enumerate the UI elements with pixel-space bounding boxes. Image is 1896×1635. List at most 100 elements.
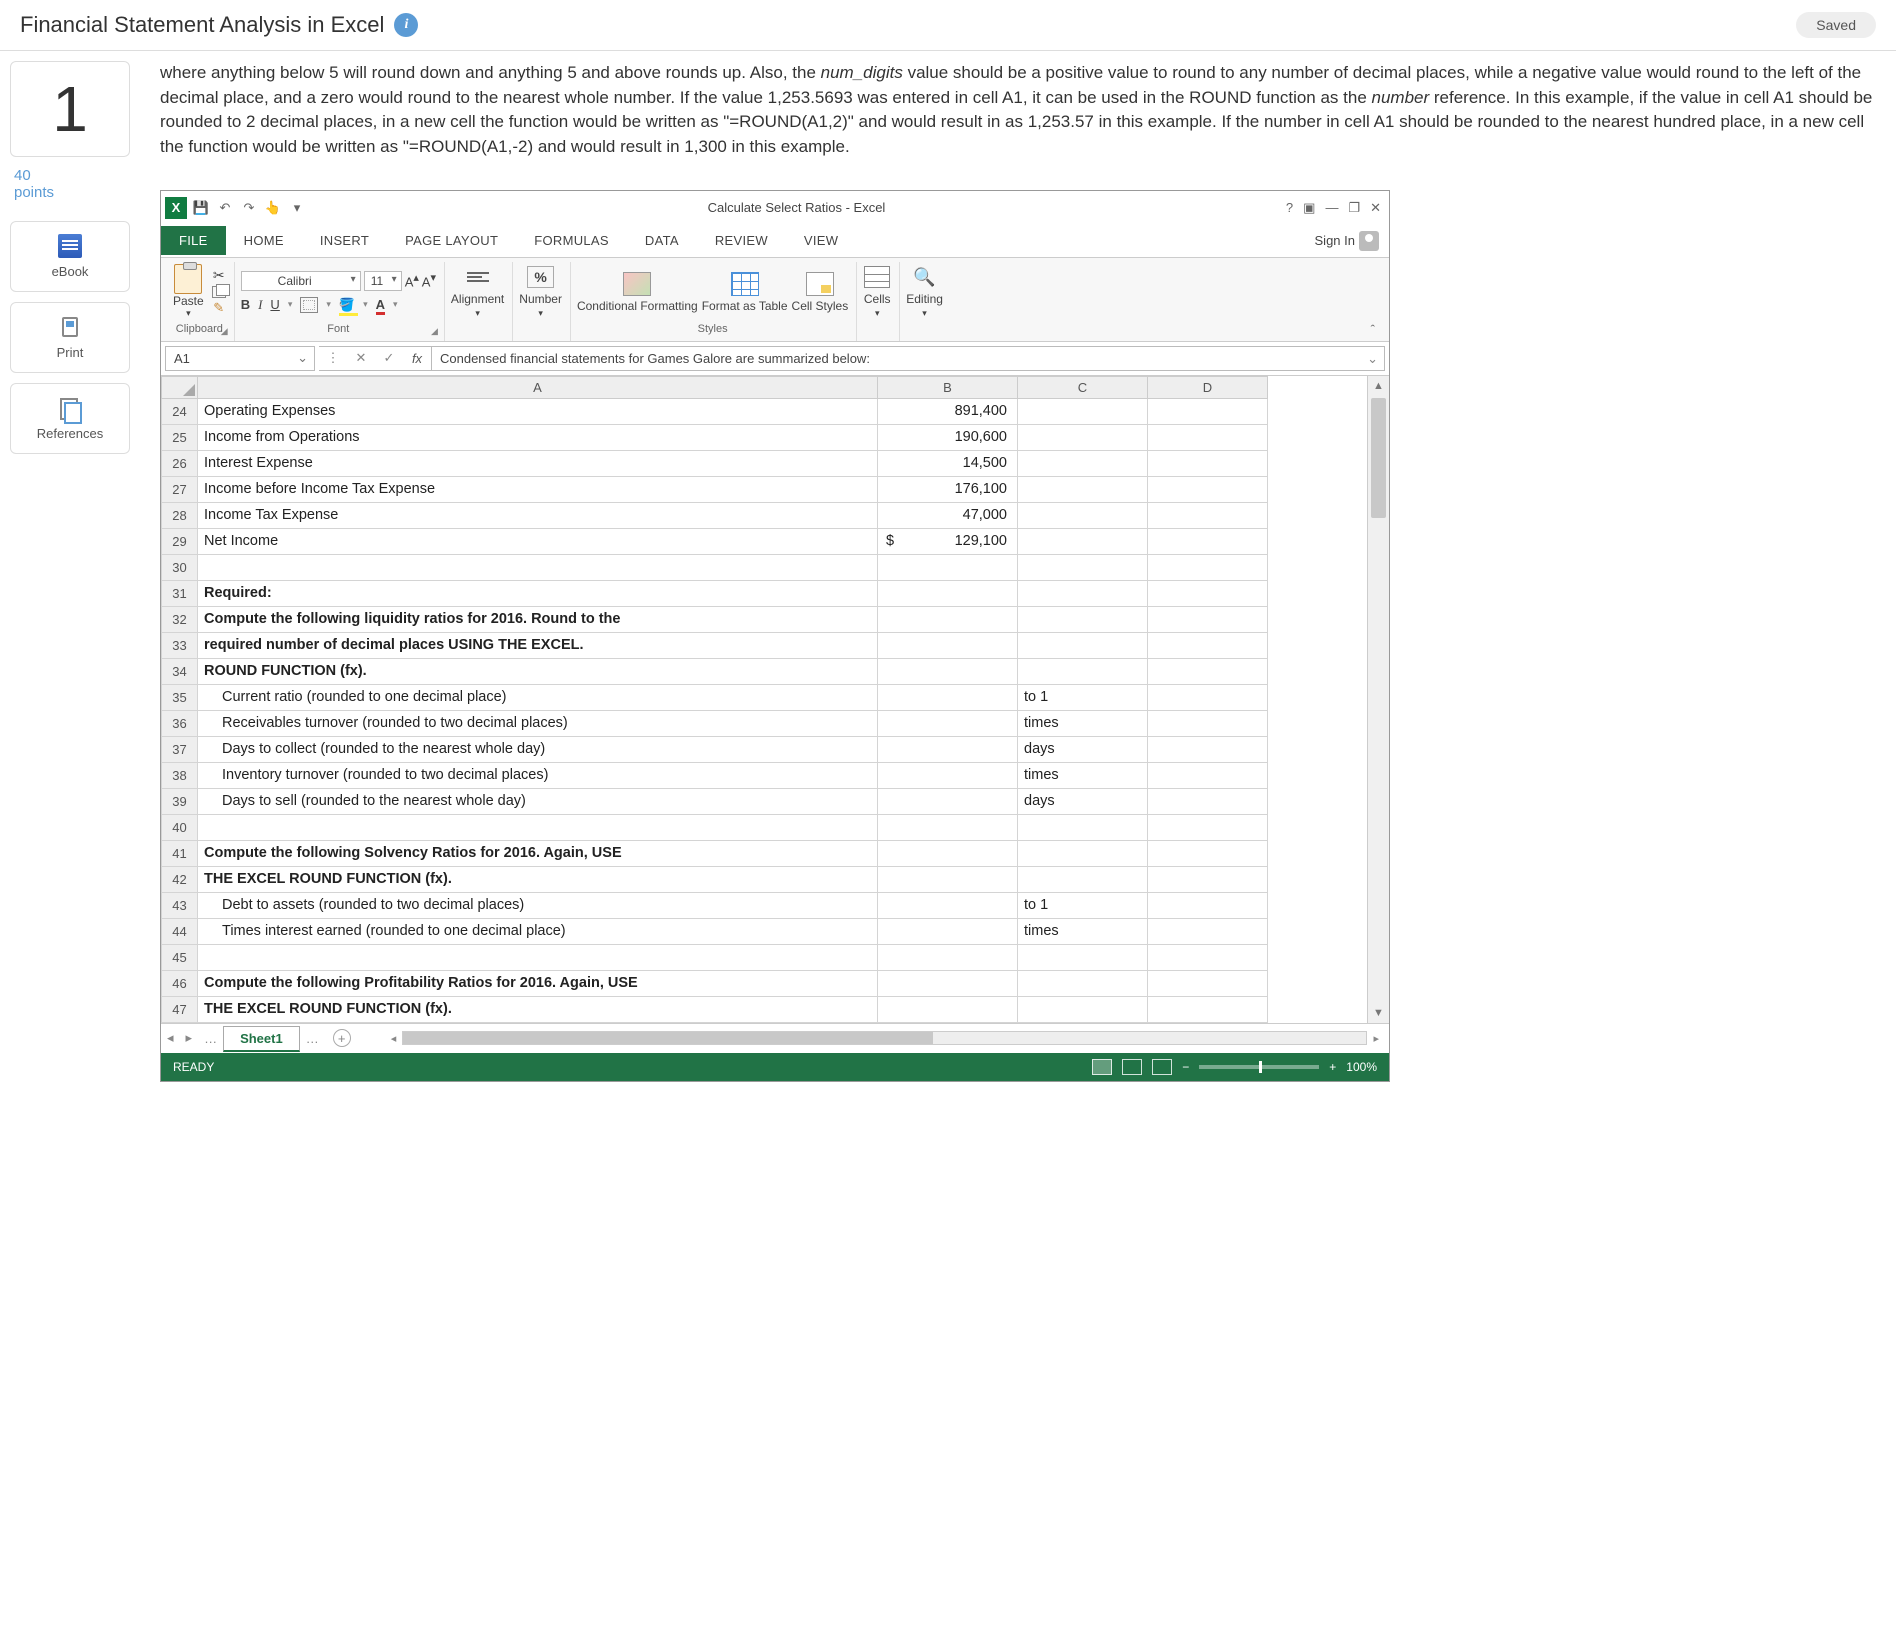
dialog-launcher-icon[interactable]: ◢ bbox=[221, 326, 228, 337]
cell[interactable]: times bbox=[1018, 918, 1148, 944]
scroll-up-icon[interactable]: ▲ bbox=[1368, 376, 1389, 396]
cell[interactable] bbox=[878, 970, 1018, 996]
cell[interactable] bbox=[1148, 944, 1268, 970]
cell[interactable]: times bbox=[1018, 710, 1148, 736]
restore-icon[interactable]: ❐ bbox=[1348, 200, 1360, 216]
cell[interactable]: THE EXCEL ROUND FUNCTION (fx). bbox=[198, 996, 878, 1022]
underline-button[interactable]: U bbox=[270, 297, 279, 312]
row-header[interactable]: 30 bbox=[162, 554, 198, 580]
font-size-select[interactable]: 11 bbox=[364, 271, 402, 291]
cell[interactable] bbox=[1148, 814, 1268, 840]
bold-button[interactable]: B bbox=[241, 297, 250, 312]
cell[interactable] bbox=[1018, 632, 1148, 658]
cell[interactable] bbox=[878, 840, 1018, 866]
format-as-table-button[interactable]: Format as Table bbox=[702, 271, 788, 313]
sheet-tab-sheet1[interactable]: Sheet1 bbox=[223, 1026, 300, 1052]
cell[interactable] bbox=[1018, 450, 1148, 476]
cell[interactable]: Income Tax Expense bbox=[198, 502, 878, 528]
cell[interactable] bbox=[198, 944, 878, 970]
number-format-button[interactable]: %Number▾ bbox=[519, 264, 562, 319]
font-color-icon[interactable]: A bbox=[376, 297, 385, 312]
cell[interactable]: Debt to assets (rounded to two decimal p… bbox=[198, 892, 878, 918]
row-header[interactable]: 25 bbox=[162, 424, 198, 450]
cell[interactable] bbox=[878, 814, 1018, 840]
cell[interactable] bbox=[1018, 528, 1148, 554]
tab-home[interactable]: HOME bbox=[226, 226, 302, 255]
cell[interactable] bbox=[1148, 476, 1268, 502]
copy-icon[interactable] bbox=[212, 286, 226, 298]
cell[interactable] bbox=[1018, 398, 1148, 424]
tab-review[interactable]: REVIEW bbox=[697, 226, 786, 255]
row-header[interactable]: 38 bbox=[162, 762, 198, 788]
cell[interactable] bbox=[1148, 554, 1268, 580]
cell[interactable] bbox=[878, 736, 1018, 762]
column-header-c[interactable]: C bbox=[1018, 376, 1148, 398]
column-header-a[interactable]: A bbox=[198, 376, 878, 398]
row-header[interactable]: 46 bbox=[162, 970, 198, 996]
cell[interactable] bbox=[878, 892, 1018, 918]
paste-button[interactable]: Paste▾ bbox=[173, 264, 204, 319]
cell[interactable]: Times interest earned (rounded to one de… bbox=[198, 918, 878, 944]
cell[interactable] bbox=[1018, 970, 1148, 996]
cell[interactable] bbox=[1148, 788, 1268, 814]
cell[interactable]: Compute the following Profitability Rati… bbox=[198, 970, 878, 996]
tab-data[interactable]: DATA bbox=[627, 226, 697, 255]
cell[interactable]: ROUND FUNCTION (fx). bbox=[198, 658, 878, 684]
row-header[interactable]: 41 bbox=[162, 840, 198, 866]
row-header[interactable]: 39 bbox=[162, 788, 198, 814]
alignment-button[interactable]: Alignment▾ bbox=[451, 264, 504, 319]
tab-page-layout[interactable]: PAGE LAYOUT bbox=[387, 226, 516, 255]
zoom-out-icon[interactable]: − bbox=[1182, 1060, 1189, 1074]
row-header[interactable]: 36 bbox=[162, 710, 198, 736]
cell[interactable] bbox=[1148, 970, 1268, 996]
column-header-b[interactable]: B bbox=[878, 376, 1018, 398]
cell[interactable]: 47,000 bbox=[878, 502, 1018, 528]
cell[interactable]: Compute the following Solvency Ratios fo… bbox=[198, 840, 878, 866]
add-sheet-icon[interactable]: + bbox=[333, 1029, 351, 1047]
cell[interactable] bbox=[1018, 424, 1148, 450]
minimize-icon[interactable]: — bbox=[1325, 200, 1338, 215]
cell[interactable] bbox=[1148, 840, 1268, 866]
cell[interactable] bbox=[1018, 606, 1148, 632]
cell[interactable] bbox=[1148, 606, 1268, 632]
close-icon[interactable]: ✕ bbox=[1370, 200, 1381, 216]
cell[interactable]: 190,600 bbox=[878, 424, 1018, 450]
cell[interactable]: times bbox=[1018, 762, 1148, 788]
fill-color-icon[interactable]: 🪣 bbox=[339, 297, 355, 313]
row-header[interactable]: 29 bbox=[162, 528, 198, 554]
scroll-left-icon[interactable]: ◂ bbox=[387, 1032, 401, 1045]
page-layout-view-icon[interactable] bbox=[1122, 1059, 1142, 1075]
cell[interactable] bbox=[878, 710, 1018, 736]
sheet-nav-more-icon[interactable]: … bbox=[198, 1031, 223, 1046]
cell[interactable] bbox=[1148, 762, 1268, 788]
cell[interactable] bbox=[878, 632, 1018, 658]
cell[interactable] bbox=[878, 606, 1018, 632]
cell[interactable]: Current ratio (rounded to one decimal pl… bbox=[198, 684, 878, 710]
cancel-formula-icon[interactable]: ✕ bbox=[347, 346, 375, 370]
cell[interactable]: Income from Operations bbox=[198, 424, 878, 450]
cell[interactable]: Net Income bbox=[198, 528, 878, 554]
font-name-select[interactable]: Calibri bbox=[241, 271, 361, 291]
cell[interactable] bbox=[878, 996, 1018, 1022]
cell[interactable] bbox=[1148, 684, 1268, 710]
cell[interactable] bbox=[198, 554, 878, 580]
horizontal-scrollbar[interactable]: ◂ ▸ bbox=[381, 1031, 1389, 1045]
increase-font-icon[interactable]: A▴ bbox=[405, 271, 419, 289]
help-icon[interactable]: ? bbox=[1286, 200, 1293, 215]
cell[interactable] bbox=[1018, 996, 1148, 1022]
cell[interactable]: to 1 bbox=[1018, 892, 1148, 918]
conditional-formatting-button[interactable]: Conditional Formatting bbox=[577, 271, 698, 313]
save-icon[interactable]: 💾 bbox=[191, 198, 211, 218]
cells-button[interactable]: Cells▾ bbox=[863, 264, 891, 319]
cell[interactable] bbox=[198, 814, 878, 840]
cell[interactable] bbox=[1148, 658, 1268, 684]
cell[interactable]: to 1 bbox=[1018, 684, 1148, 710]
row-header[interactable]: 32 bbox=[162, 606, 198, 632]
zoom-level[interactable]: 100% bbox=[1346, 1060, 1377, 1074]
cell[interactable] bbox=[1148, 398, 1268, 424]
cell[interactable]: days bbox=[1018, 736, 1148, 762]
row-header[interactable]: 44 bbox=[162, 918, 198, 944]
sheet-nav-first-icon[interactable]: ◂ bbox=[161, 1030, 180, 1046]
cell[interactable] bbox=[1018, 580, 1148, 606]
name-box[interactable]: A1 bbox=[165, 346, 315, 371]
